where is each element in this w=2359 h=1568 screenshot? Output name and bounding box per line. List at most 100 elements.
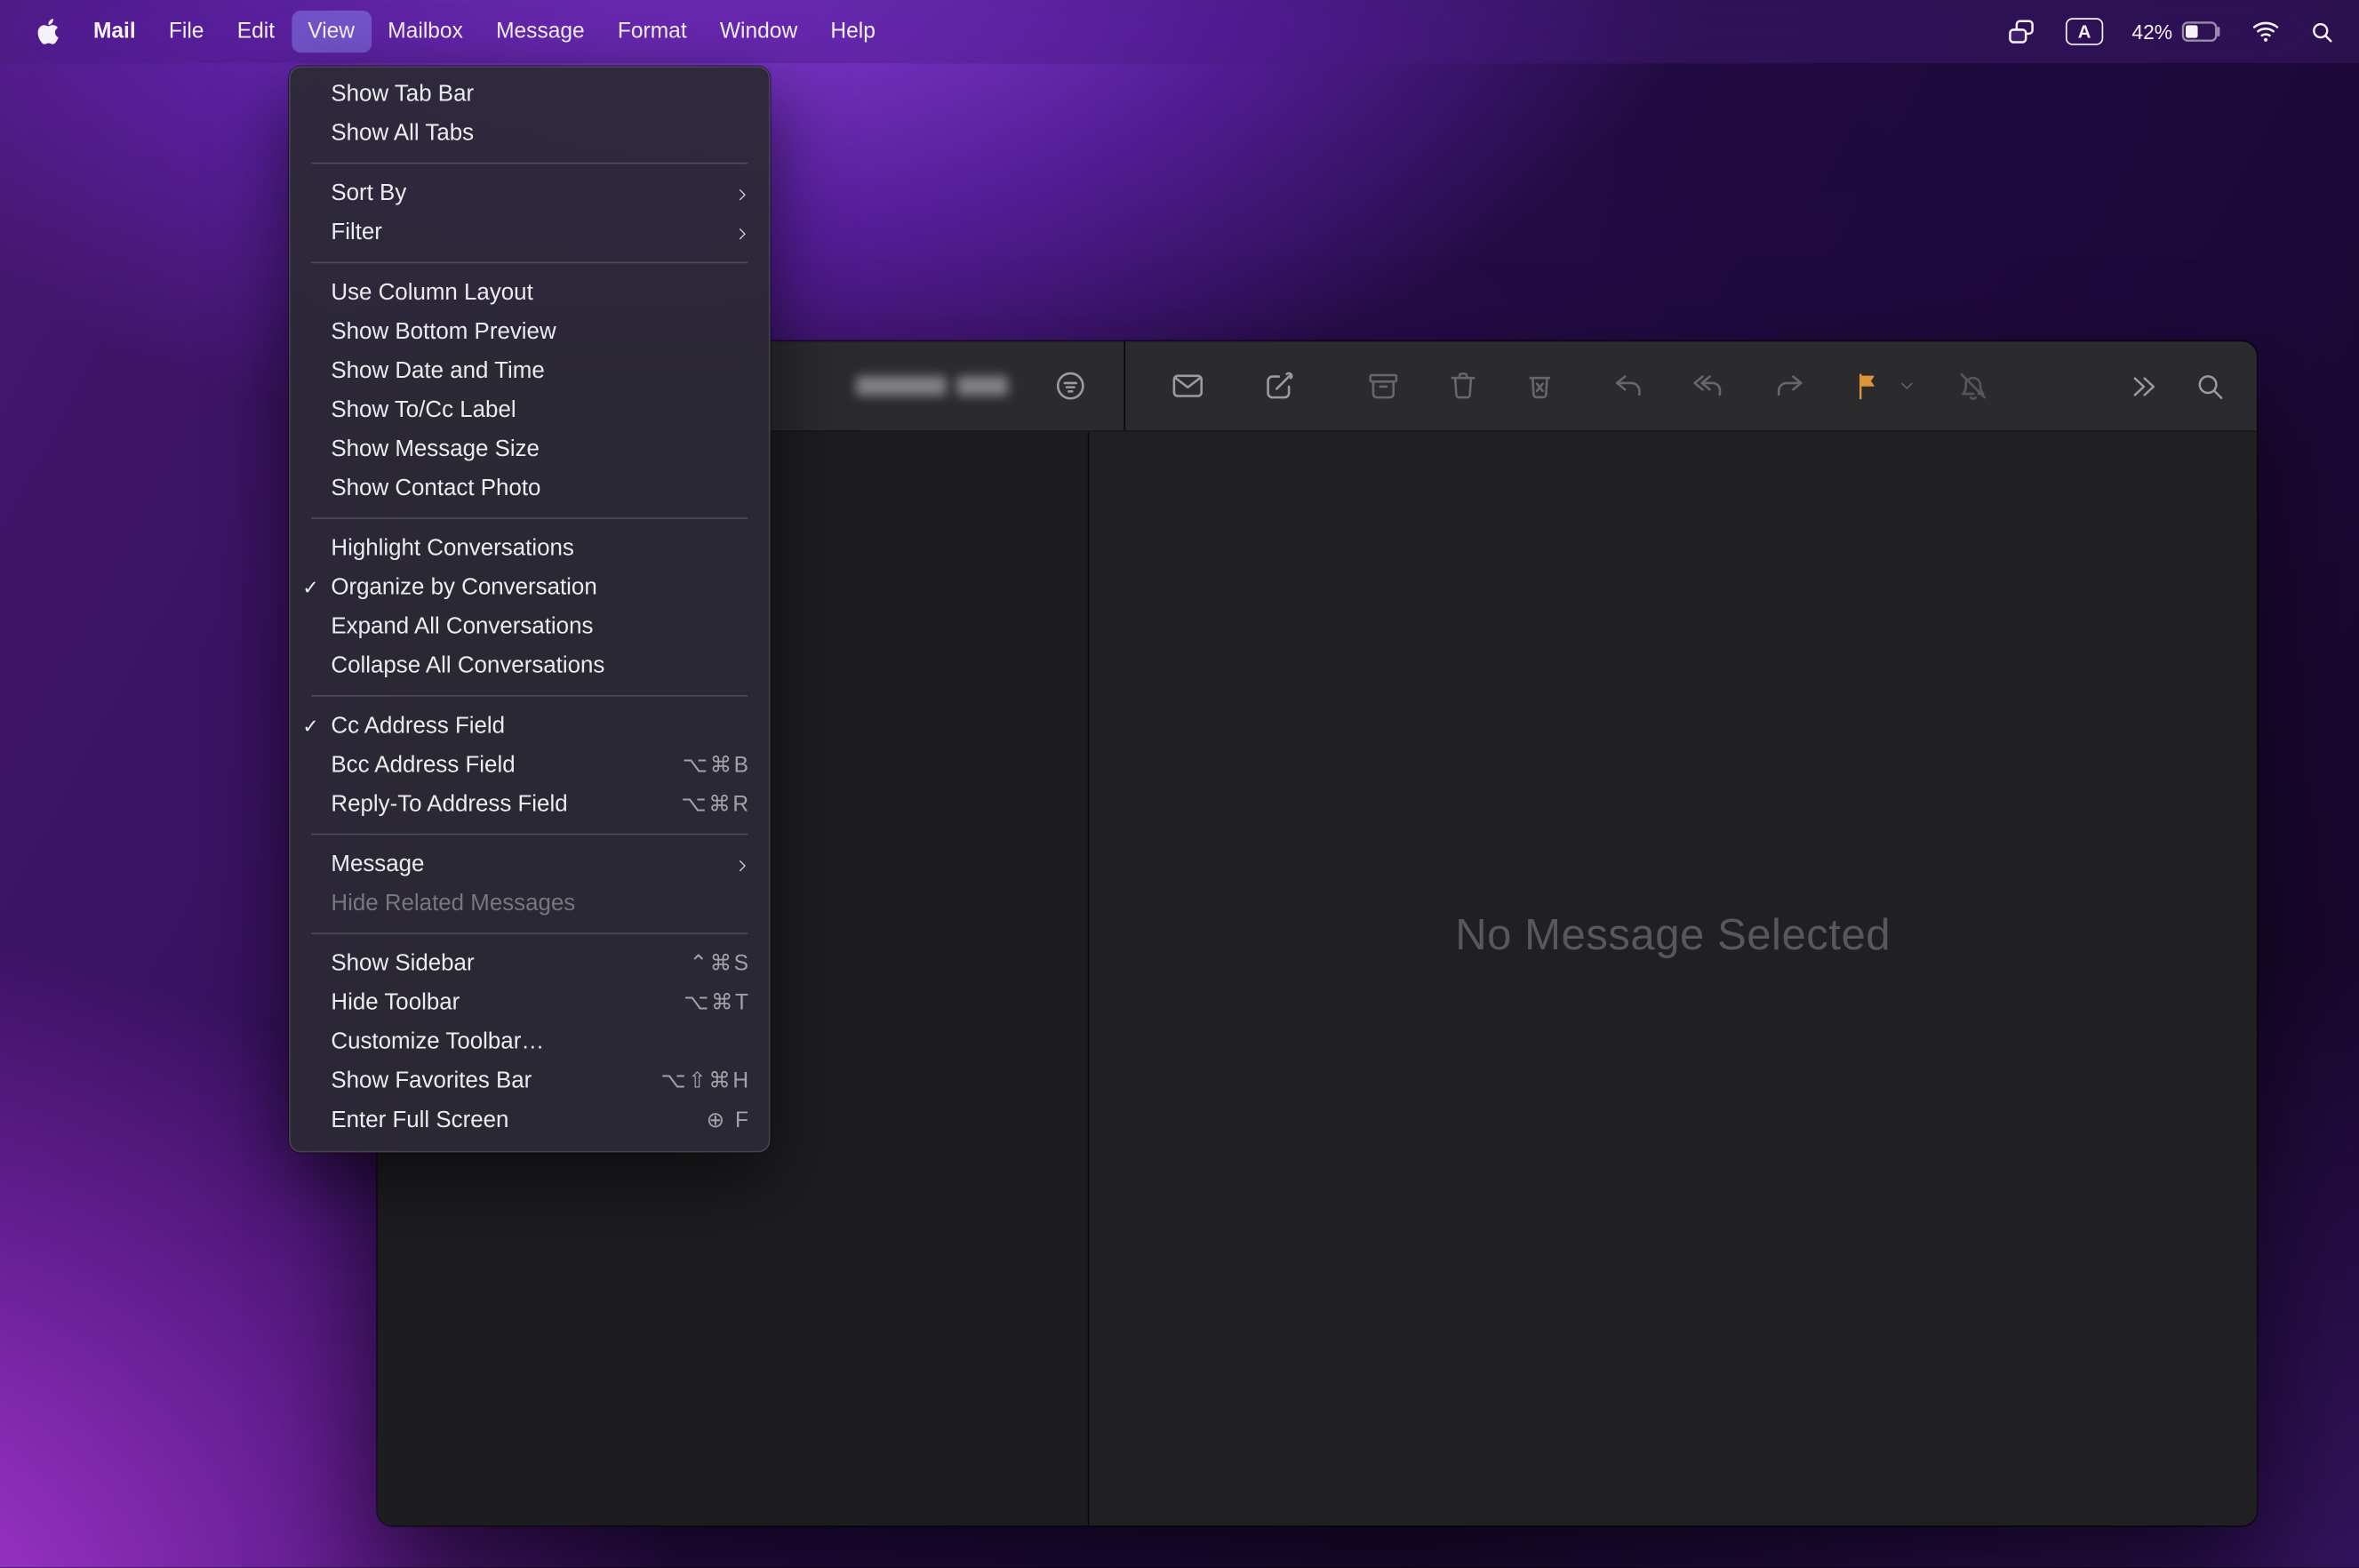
submenu-chevron-icon [734, 225, 751, 242]
menu-item-label: Highlight Conversations [331, 536, 573, 563]
menu-item-use-column-layout[interactable]: Use Column Layout [289, 274, 771, 313]
menu-bar-menus: MailFileEditViewMailboxMessageFormatWind… [0, 0, 892, 63]
get-mail-icon[interactable] [1171, 369, 1205, 404]
menu-item-label: Show Date and Time [331, 358, 544, 385]
menu-item-shortcut: ⊕ F [707, 1108, 751, 1132]
menu-item-label: Expand All Conversations [331, 614, 593, 641]
battery-icon [2181, 21, 2222, 43]
menu-item-filter[interactable]: Filter [289, 213, 771, 252]
menu-item-label: Show Bottom Preview [331, 319, 556, 346]
checkmark-icon: ✓ [302, 715, 331, 739]
menubar-item-format[interactable]: Format [601, 11, 703, 52]
menu-item-label: Show To/Cc Label [331, 397, 516, 424]
menu-separator [311, 517, 748, 519]
redacted-mailbox-title [856, 376, 1008, 396]
menu-item-label: Show Tab Bar [331, 81, 474, 108]
menubar-item-mailbox[interactable]: Mailbox [372, 11, 480, 52]
submenu-chevron-icon [734, 186, 751, 203]
menu-item-label: Message [331, 852, 424, 878]
menu-item-show-to-cc-label[interactable]: Show To/Cc Label [289, 391, 771, 430]
menu-item-shortcut: ⌥⌘T [684, 991, 750, 1015]
menu-item-label: Show Message Size [331, 436, 540, 463]
menu-item-bcc-address-field[interactable]: Bcc Address Field ⌥⌘B [289, 747, 771, 786]
reply-all-icon[interactable] [1691, 369, 1727, 404]
archive-icon[interactable] [1366, 369, 1401, 404]
menu-item-show-bottom-preview[interactable]: Show Bottom Preview [289, 313, 771, 352]
checkmark-icon: ✓ [302, 576, 331, 600]
menu-item-highlight-conversations[interactable]: Highlight Conversations [289, 530, 771, 569]
battery-percent: 42% [2131, 20, 2172, 43]
delete-icon[interactable] [1446, 369, 1481, 404]
menu-item-collapse-all-conversations[interactable]: Collapse All Conversations [289, 647, 771, 686]
menu-item-reply-to-address-field[interactable]: Reply-To Address Field ⌥⌘R [289, 786, 771, 825]
menu-item-shortcut: ⌃⌘S [690, 952, 751, 976]
menubar-item-help[interactable]: Help [814, 11, 892, 52]
menu-item-label: Reply-To Address Field [331, 791, 567, 818]
view-menu-dropdown: Show Tab Bar Show All Tabs Sort By Filter Us… [289, 66, 771, 1152]
menu-item-label: Cc Address Field [331, 713, 505, 740]
menu-item-show-sidebar[interactable]: Show Sidebar ⌃⌘S [289, 945, 771, 984]
menu-item-label: Show Sidebar [331, 951, 474, 978]
menu-bar: MailFileEditViewMailboxMessageFormatWind… [0, 0, 2359, 63]
overflow-icon[interactable] [2127, 370, 2160, 403]
menu-item-cc-address-field[interactable]: ✓Cc Address Field [289, 708, 771, 747]
menu-item-show-date-and-time[interactable]: Show Date and Time [289, 352, 771, 391]
stacked-windows-icon[interactable] [2005, 16, 2037, 48]
toolbar-actions [1125, 341, 2257, 430]
menu-item-label: Show Favorites Bar [331, 1068, 532, 1095]
desktop: MailFileEditViewMailboxMessageFormatWind… [0, 0, 2359, 1568]
menubar-item-mail[interactable]: Mail [76, 11, 152, 52]
menu-separator [311, 834, 748, 836]
menu-item-shortcut: ⌥⌘R [681, 793, 750, 817]
flag-icon[interactable] [1852, 369, 1884, 404]
menu-item-label: Filter [331, 220, 382, 246]
menu-item-hide-toolbar[interactable]: Hide Toolbar⌥⌘T [289, 984, 771, 1023]
menubar-item-edit[interactable]: Edit [220, 11, 292, 52]
menu-item-expand-all-conversations[interactable]: Expand All Conversations [289, 608, 771, 647]
menu-item-show-favorites-bar[interactable]: Show Favorites Bar ⌥⇧⌘H [289, 1062, 771, 1101]
menu-item-label: Bcc Address Field [331, 752, 515, 779]
menu-item-show-all-tabs[interactable]: Show All Tabs [289, 115, 771, 154]
menu-item-message[interactable]: Message [289, 845, 771, 884]
menu-item-sort-by[interactable]: Sort By [289, 174, 771, 213]
menu-item-show-message-size[interactable]: Show Message Size [289, 430, 771, 469]
menu-item-shortcut: ⌥⌘B [683, 754, 751, 778]
menu-item-label: Hide Related Messages [331, 891, 575, 917]
reading-pane: No Message Selected [1089, 432, 2256, 1526]
compose-icon[interactable] [1262, 369, 1297, 404]
menu-separator [311, 932, 748, 934]
menu-item-show-contact-photo[interactable]: Show Contact Photo [289, 469, 771, 508]
menu-item-label: Enter Full Screen [331, 1108, 508, 1134]
menu-item-label: Sort By [331, 180, 406, 207]
menu-item-enter-full-screen[interactable]: Enter Full Screen ⊕ F [289, 1101, 771, 1140]
menu-item-organize-by-conversation[interactable]: ✓Organize by Conversation [289, 569, 771, 608]
junk-icon[interactable] [1523, 369, 1557, 404]
filter-icon[interactable] [1053, 369, 1088, 404]
menu-item-shortcut: ⌥⇧⌘H [660, 1069, 750, 1093]
battery-status[interactable]: 42% [2131, 20, 2222, 43]
menu-item-label: Collapse All Conversations [331, 653, 604, 680]
empty-state-text: No Message Selected [1455, 912, 1891, 962]
menubar-item-message[interactable]: Message [479, 11, 601, 52]
menu-item-show-tab-bar[interactable]: Show Tab Bar [289, 76, 771, 115]
menu-item-hide-related-messages: Hide Related Messages [289, 884, 771, 924]
spotlight-search-icon[interactable] [2309, 19, 2335, 44]
menu-bar-status: A 42% [2005, 16, 2359, 48]
menubar-item-file[interactable]: File [152, 11, 220, 52]
apple-menu-icon[interactable] [18, 0, 76, 63]
submenu-chevron-icon [734, 857, 751, 874]
input-source-icon[interactable]: A [2066, 18, 2103, 44]
reply-icon[interactable] [1611, 369, 1646, 404]
mute-icon[interactable] [1955, 369, 1990, 404]
menu-separator [311, 695, 748, 697]
flag-chevron-icon[interactable] [1897, 376, 1916, 396]
menu-item-customize-toolbar[interactable]: Customize Toolbar… [289, 1023, 771, 1062]
menu-separator [311, 262, 748, 264]
menubar-item-view[interactable]: View [292, 11, 372, 52]
search-icon[interactable] [2194, 370, 2227, 403]
menu-item-label: Customize Toolbar… [331, 1029, 544, 1056]
menu-item-label: Organize by Conversation [331, 575, 596, 602]
menubar-item-window[interactable]: Window [703, 11, 814, 52]
wifi-icon[interactable] [2251, 20, 2281, 44]
forward-icon[interactable] [1772, 369, 1807, 404]
